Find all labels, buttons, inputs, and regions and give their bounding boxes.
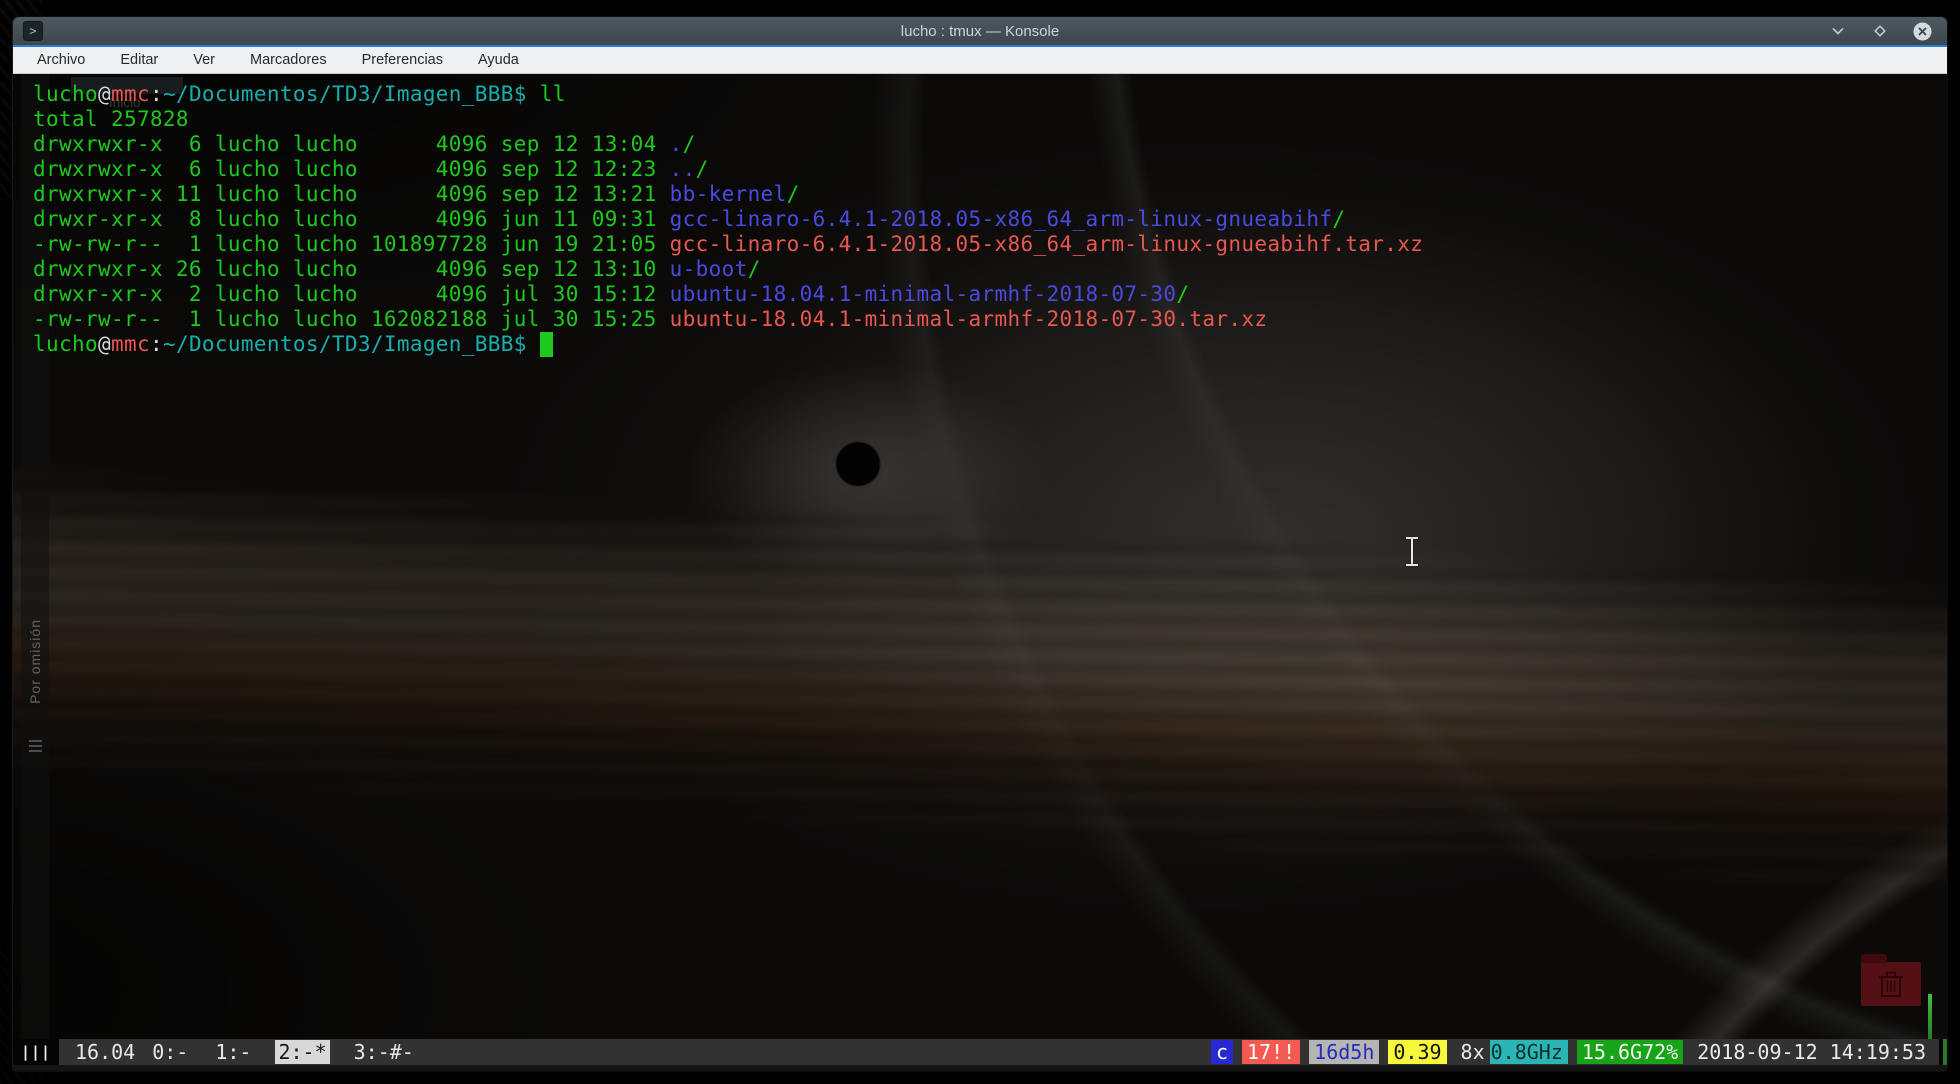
menu-item-preferencias[interactable]: Preferencias <box>358 50 447 70</box>
terminal-text-segment: : <box>150 332 163 356</box>
tmux-right-segments: c 17!! 16d5h 0.39 8x0.8GHz 15.6G72% 2018-09-12… <box>1202 1040 1931 1064</box>
terminal-text-segment: drwxrwxr-x 11 lucho lucho 4096 sep 12 13… <box>33 182 670 206</box>
terminal-line: total 257828 <box>33 107 1423 132</box>
terminal-line: drwxrwxr-x 6 lucho lucho 4096 sep 12 12:… <box>33 157 1423 182</box>
terminal-line: drwxrwxr-x 11 lucho lucho 4096 sep 12 13… <box>33 182 1423 207</box>
tmux-segment-cpu-freq: 0.8GHz <box>1490 1040 1568 1064</box>
mouse-ibeam-cursor <box>1405 536 1419 566</box>
terminal-output: lucho@mmc:~/Documentos/TD3/Imagen_BBB$ l… <box>33 82 1423 357</box>
terminal-text-segment: . <box>670 132 683 156</box>
terminal-text-segment: mmc <box>111 332 150 356</box>
terminal-text-segment: lucho <box>33 332 98 356</box>
terminal-text-segment: ~/Documentos/TD3/Imagen_BBB <box>163 332 514 356</box>
minimize-button[interactable] <box>1827 20 1849 42</box>
tmux-window-1[interactable]: 1:- <box>212 1040 254 1064</box>
diamond-icon <box>1873 24 1887 38</box>
statusbar-green-edge <box>1943 1039 1947 1065</box>
tmux-pane-indicator-icon: ||| <box>13 1039 59 1065</box>
terminal-text-segment: .. <box>670 157 696 181</box>
tmux-segment-memory: 15.6G72% <box>1577 1040 1683 1064</box>
terminal-line: drwxrwxr-x 26 lucho lucho 4096 sep 12 13… <box>33 257 1423 282</box>
chevron-down-icon <box>1831 24 1845 38</box>
terminal-text-segment: gcc-linaro-6.4.1-2018.05-x86_64_arm-linu… <box>670 207 1333 231</box>
tmux-window-list: 0:- 1:- 2:-* 3:-#- <box>149 1040 417 1064</box>
terminal-text-segment: -rw-rw-r-- 1 lucho lucho 162082188 jul 3… <box>33 307 670 331</box>
tmux-window-0[interactable]: 0:- <box>149 1040 191 1064</box>
konsole-window: > lucho : tmux — Konsole ArchivoEdit <box>12 16 1948 1072</box>
window-bottom-edge <box>13 1065 1947 1071</box>
terminal-text-segment: ubuntu-18.04.1-minimal-armhf-2018-07-30.… <box>670 307 1268 331</box>
menu-item-ver[interactable]: Ver <box>189 50 219 70</box>
terminal-line: lucho@mmc:~/Documentos/TD3/Imagen_BBB$ <box>33 332 1423 357</box>
menu-item-marcadores[interactable]: Marcadores <box>246 50 331 70</box>
terminal-text-segment: total 257828 <box>33 107 189 131</box>
tmux-segment-uptime: 16d5h <box>1309 1040 1379 1064</box>
close-button[interactable] <box>1911 20 1933 42</box>
tmux-segment-flag-c: c <box>1211 1040 1233 1064</box>
tab-por-omision[interactable]: Por omisión <box>27 619 43 704</box>
tmux-segment-datetime: 2018-09-12 14:19:53 <box>1692 1040 1931 1064</box>
titlebar[interactable]: > lucho : tmux — Konsole <box>13 17 1947 45</box>
terminal-text-segment: / <box>787 182 800 206</box>
terminal-line: drwxrwxr-x 6 lucho lucho 4096 sep 12 13:… <box>33 132 1423 157</box>
tmux-status-bar: ||| 16.04 0:- 1:- 2:-* 3:-#- c 17!! 16d5h 0.39… <box>13 1039 1947 1065</box>
tmux-segment-cpu-count: 8x <box>1456 1040 1490 1064</box>
terminal-line: drwxr-xr-x 8 lucho lucho 4096 jun 11 09:… <box>33 207 1423 232</box>
window-title: lucho : tmux — Konsole <box>13 23 1947 40</box>
hamburger-icon[interactable] <box>29 740 42 752</box>
terminal-text-segment: u-boot <box>670 257 748 281</box>
terminal-text-segment: ~/Documentos/TD3/Imagen_BBB <box>163 82 514 106</box>
terminal-text-segment: drwxrwxr-x 6 lucho lucho 4096 sep 12 12:… <box>33 157 670 181</box>
trash-can-icon <box>1878 970 1904 998</box>
terminal-text-segment: / <box>696 157 709 181</box>
terminal-line: drwxr-xr-x 2 lucho lucho 4096 jul 30 15:… <box>33 282 1423 307</box>
terminal-text-segment: drwxrwxr-x 6 lucho lucho 4096 sep 12 13:… <box>33 132 670 156</box>
tmux-segment-load: 0.39 <box>1388 1040 1446 1064</box>
terminal-text-segment: : <box>150 82 163 106</box>
terminal-line: -rw-rw-r-- 1 lucho lucho 101897728 jun 1… <box>33 232 1423 257</box>
terminal-text-segment: @ <box>98 332 111 356</box>
trash-folder-icon <box>1861 962 1921 1006</box>
terminal-line: lucho@mmc:~/Documentos/TD3/Imagen_BBB$ l… <box>33 82 1423 107</box>
close-icon <box>1913 22 1932 41</box>
screen-edge-green-bar <box>1928 994 1932 1039</box>
menu-item-archivo[interactable]: Archivo <box>33 50 89 70</box>
terminal-area[interactable]: Inicio lucho@mmc:~/Documentos/TD3/Imagen… <box>13 74 1947 1039</box>
menu-item-ayuda[interactable]: Ayuda <box>474 50 523 70</box>
menu-bar: Archivo Editar Ver Marcadores Preferencias Ay… <box>13 47 1947 74</box>
terminal-text-segment: / <box>683 132 696 156</box>
terminal-text-segment: ubuntu-18.04.1-minimal-armhf-2018-07-30 <box>670 282 1177 306</box>
terminal-text-segment: bb-kernel <box>670 182 787 206</box>
terminal-text-segment: $ <box>514 82 527 106</box>
terminal-text-segment: $ <box>514 332 527 356</box>
terminal-text-segment: / <box>1332 207 1345 231</box>
terminal-text-segment: / <box>1176 282 1189 306</box>
terminal-text-segment: -rw-rw-r-- 1 lucho lucho 101897728 jun 1… <box>33 232 670 256</box>
terminal-text-segment: lucho <box>33 82 98 106</box>
terminal-cursor <box>540 332 553 357</box>
terminal-text-segment: ll <box>527 82 566 106</box>
terminal-text-segment: drwxr-xr-x 2 lucho lucho 4096 jul 30 15:… <box>33 282 670 306</box>
tmux-segment-alerts: 17!! <box>1242 1040 1300 1064</box>
terminal-text-segment: drwxr-xr-x 8 lucho lucho 4096 jun 11 09:… <box>33 207 670 231</box>
terminal-text-segment: gcc-linaro-6.4.1-2018.05-x86_64_arm-linu… <box>670 232 1424 256</box>
terminal-text-segment: drwxrwxr-x 26 lucho lucho 4096 sep 12 13… <box>33 257 670 281</box>
terminal-text-segment: @ <box>98 82 111 106</box>
terminal-text-segment: / <box>748 257 761 281</box>
tmux-window-3[interactable]: 3:-#- <box>351 1040 417 1064</box>
terminal-line: -rw-rw-r-- 1 lucho lucho 162082188 jul 3… <box>33 307 1423 332</box>
window-controls <box>1827 20 1947 42</box>
tmux-window-2[interactable]: 2:-* <box>275 1040 329 1064</box>
menu-item-editar[interactable]: Editar <box>116 50 162 70</box>
terminal-text-segment: mmc <box>111 82 150 106</box>
terminal-text-segment <box>527 332 540 356</box>
tmux-status-main: 16.04 0:- 1:- 2:-* 3:-#- c 17!! 16d5h 0.39 8x0.… <box>59 1039 1939 1065</box>
maximize-button[interactable] <box>1869 20 1891 42</box>
tmux-session-name: 16.04 <box>75 1040 135 1064</box>
